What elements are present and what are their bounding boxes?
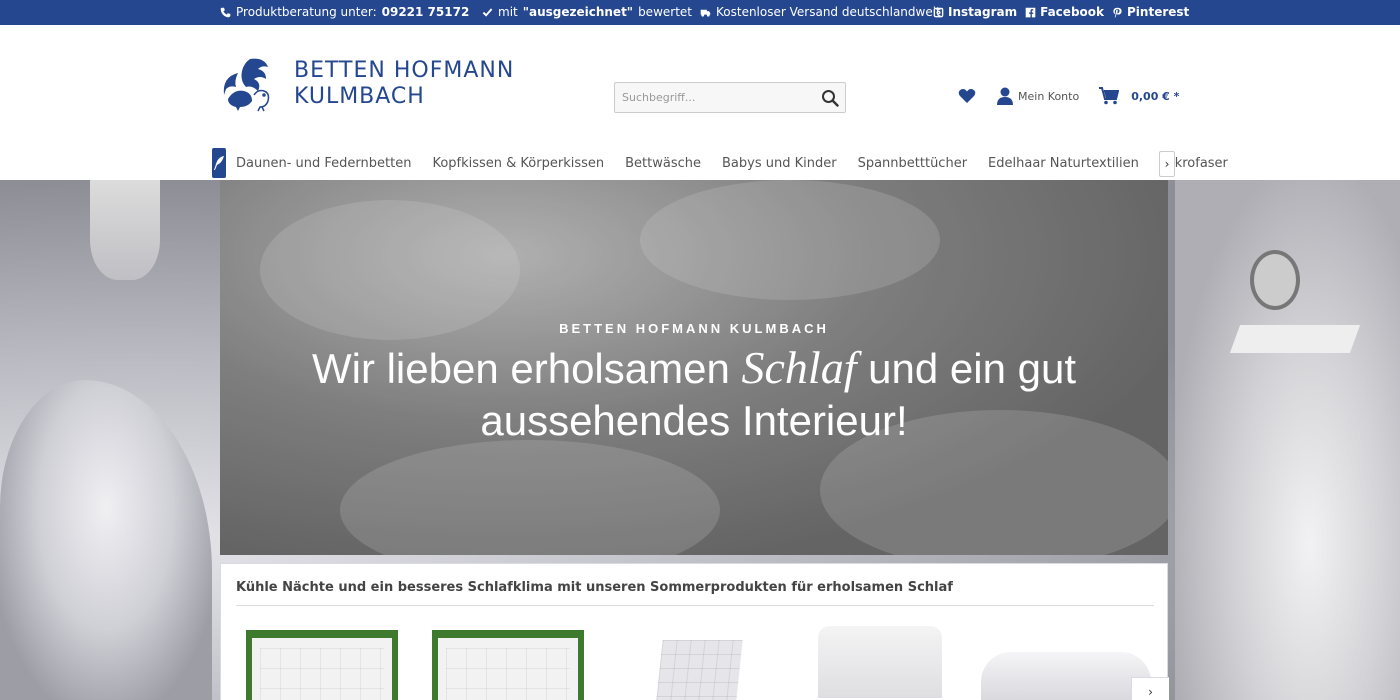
header-actions: Mein Konto 0,00 € * xyxy=(958,86,1179,106)
headline-emphasis: Schlaf xyxy=(741,342,857,393)
quilt-texture xyxy=(260,648,384,700)
shipping-text: Kostenloser Versand deutschlandweit xyxy=(716,5,941,19)
background-bedroom-right xyxy=(1175,180,1400,700)
background-duvet-left xyxy=(0,380,212,700)
slider-next-button[interactable]: › xyxy=(1131,677,1169,700)
main-navigation: Daunen- und Federnbetten Kopfkissen & Kö… xyxy=(212,147,1228,179)
hotline-number[interactable]: 09221 75172 xyxy=(382,5,470,19)
instagram-icon xyxy=(933,7,944,17)
nav-item-babys-kinder[interactable]: Babys und Kinder xyxy=(722,156,837,171)
facebook-link[interactable]: Facebook xyxy=(1025,5,1104,19)
truck-icon xyxy=(700,9,711,17)
divider xyxy=(236,605,1154,606)
headline-part1: Wir lieben erholsamen xyxy=(311,345,730,392)
rating-strong: "ausgezeichnet" xyxy=(522,5,634,19)
facebook-icon xyxy=(1025,7,1036,17)
nav-item-bettwaesche[interactable]: Bettwäsche xyxy=(625,156,701,171)
nav-item-kopfkissen[interactable]: Kopfkissen & Körperkissen xyxy=(432,156,604,171)
heart-icon[interactable] xyxy=(958,87,976,105)
check-icon xyxy=(482,7,493,17)
account-label: Mein Konto xyxy=(1018,89,1080,103)
pillow-shape xyxy=(981,652,1151,700)
logo-line1: BETTEN HOFMANN xyxy=(294,58,515,83)
home-button[interactable] xyxy=(212,148,226,178)
account-link[interactable]: Mein Konto xyxy=(996,86,1079,106)
hotline-info[interactable]: Produktberatung unter: 09221 75172 xyxy=(220,5,469,19)
nav-item-daunenbetten[interactable]: Daunen- und Federnbetten xyxy=(236,156,411,171)
background-cloth xyxy=(90,180,160,280)
headline-line2: aussehendes Interieur! xyxy=(480,397,908,444)
product-image[interactable] xyxy=(981,630,1151,700)
search-box xyxy=(614,82,846,113)
top-info-bar: Produktberatung unter: 09221 75172 mit "… xyxy=(0,0,1400,25)
headline-part2: und ein gut xyxy=(868,345,1077,392)
logo-text: BETTEN HOFMANN KULMBACH xyxy=(294,58,514,110)
hero-banner[interactable]: BETTEN HOFMANN KULMBACH Wir lieben erhol… xyxy=(220,180,1168,555)
rating-suffix: bewertet xyxy=(638,5,692,19)
alarm-clock-image xyxy=(1250,250,1300,310)
rating-prefix: mit xyxy=(498,5,518,19)
feather-icon xyxy=(214,156,224,170)
chevron-right-icon: › xyxy=(1164,157,1170,171)
hero-headline: Wir lieben erholsamen Schlaf und ein gut… xyxy=(220,342,1168,447)
social-links: Instagram Facebook Pinterest xyxy=(933,5,1189,19)
cart-button[interactable]: 0,00 € * xyxy=(1099,87,1179,105)
search-input[interactable] xyxy=(615,83,805,112)
rating-info: mit "ausgezeichnet" bewertet xyxy=(482,5,692,19)
product-slider: Kühle Nächte und ein besseres Schlafklim… xyxy=(220,563,1169,700)
shipping-info: Kostenloser Versand deutschlandweit xyxy=(700,5,941,19)
bird-logo-icon xyxy=(223,58,270,112)
quilt-texture xyxy=(655,640,743,700)
search-icon[interactable] xyxy=(821,89,839,107)
nav-item-edelhaar[interactable]: Edelhaar Naturtextilien xyxy=(988,156,1139,171)
pinterest-link[interactable]: Pinterest xyxy=(1112,5,1189,19)
chevron-right-icon: › xyxy=(1148,685,1153,699)
hero-eyebrow: BETTEN HOFMANN KULMBACH xyxy=(559,321,829,336)
logo[interactable]: BETTEN HOFMANN KULMBACH xyxy=(220,55,514,113)
pillow-shape xyxy=(818,626,942,698)
user-icon xyxy=(997,87,1013,105)
quilt-texture xyxy=(446,648,570,700)
cart-icon xyxy=(1099,87,1120,105)
nav-item-spannbetttuecher[interactable]: Spannbetttücher xyxy=(858,156,967,171)
cart-total: 0,00 € * xyxy=(1131,89,1180,103)
product-image[interactable] xyxy=(432,630,584,700)
product-image[interactable] xyxy=(649,630,749,700)
logo-line2: KULMBACH xyxy=(294,84,425,109)
nav-scroll-right-button[interactable]: › xyxy=(1159,151,1175,177)
product-image[interactable] xyxy=(818,626,942,698)
product-image[interactable] xyxy=(246,630,398,700)
instagram-link[interactable]: Instagram xyxy=(933,5,1017,19)
phone-icon xyxy=(220,7,231,17)
book-image xyxy=(1229,325,1361,353)
hotline-prefix: Produktberatung unter: xyxy=(236,5,377,19)
pinterest-icon xyxy=(1113,7,1122,17)
product-slider-title: Kühle Nächte und ein besseres Schlafklim… xyxy=(236,580,953,595)
